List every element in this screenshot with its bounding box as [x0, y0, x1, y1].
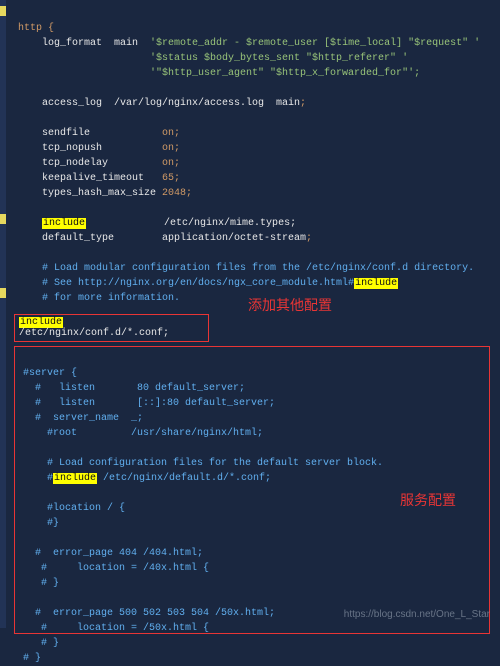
comment: #server {	[23, 368, 77, 379]
code-text: ;	[174, 128, 180, 139]
code-text: '$status $body_bytes_sent "$http_referer…	[18, 53, 408, 64]
code-text: access_log /var/log/nginx/access.log mai…	[18, 98, 300, 109]
comment: # }	[23, 638, 59, 649]
code-text: 80	[137, 383, 149, 394]
gutter-mark	[0, 288, 6, 298]
comment: # }	[23, 653, 41, 664]
code-text: default_server;	[149, 383, 245, 394]
code-text: ;	[174, 173, 180, 184]
comment: # location = /50x.html {	[23, 623, 209, 634]
code-text: ;	[300, 98, 306, 109]
include-box: include /etc/nginx/conf.d/*.conf;	[14, 314, 209, 342]
comment: # error_page 500 502 503 504 /50x.html;	[23, 608, 275, 619]
code-text: sendfile	[18, 128, 162, 139]
code-text: on	[162, 158, 174, 169]
code-text: '"$http_user_agent" "$http_x_forwarded_f…	[18, 68, 420, 79]
comment: #location / {	[23, 503, 125, 514]
code-text: /etc/nginx/default.d/*.conf;	[97, 473, 271, 484]
comment: # listen [::]:80 default_server;	[23, 398, 275, 409]
code-text: on	[162, 128, 174, 139]
code-text: 65	[162, 173, 174, 184]
code-text: 2048	[162, 188, 186, 199]
code-text: ;	[174, 158, 180, 169]
code-text: ;	[306, 233, 312, 244]
comment: # Load modular configuration files from …	[18, 263, 474, 274]
code-text: tcp_nopush	[18, 143, 162, 154]
code-text: tcp_nodelay	[18, 158, 162, 169]
comment: # Load configuration files for the defau…	[23, 458, 383, 469]
highlight-include: include	[53, 473, 97, 484]
code-text: /etc/nginx/conf.d/*.conf;	[19, 328, 169, 339]
code-text: log_format main	[18, 38, 150, 49]
gutter-mark	[0, 214, 6, 224]
gutter	[0, 0, 6, 628]
code-text: default_type application/octet-stream	[18, 233, 306, 244]
comment: # error_page 404 /404.html;	[23, 548, 203, 559]
comment: #	[23, 473, 53, 484]
annotation-add-config: 添加其他配置	[248, 295, 332, 315]
gutter-mark	[0, 6, 6, 16]
comment: # }	[23, 578, 59, 589]
annotation-server-config: 服务配置	[400, 490, 456, 510]
code-text: types_hash_max_size	[18, 188, 162, 199]
watermark: https://blog.csdn.net/One_L_Star	[344, 609, 490, 620]
comment: # See http://nginx.org/en/docs/ngx_core_…	[18, 278, 354, 289]
comment: # for more information.	[18, 293, 180, 304]
code-text: on	[162, 143, 174, 154]
highlight-include: include	[354, 278, 398, 289]
code-text: '$remote_addr - $remote_user [$time_loca…	[150, 38, 480, 49]
code-editor: http { log_format main '$remote_addr - $…	[0, 0, 500, 312]
code-text: ;	[186, 188, 192, 199]
code-text: ;	[174, 143, 180, 154]
code-text: keepalive_timeout	[18, 173, 162, 184]
comment: # listen	[23, 383, 137, 394]
highlight-include: include	[19, 317, 63, 328]
code-line: http {	[18, 23, 54, 34]
code-text: /etc/nginx/mime.types;	[86, 218, 296, 229]
comment: #}	[23, 518, 59, 529]
comment: # server_name _;	[23, 413, 143, 424]
comment: # location = /40x.html {	[23, 563, 209, 574]
highlight-include: include	[42, 218, 86, 229]
comment: #root /usr/share/nginx/html;	[23, 428, 263, 439]
